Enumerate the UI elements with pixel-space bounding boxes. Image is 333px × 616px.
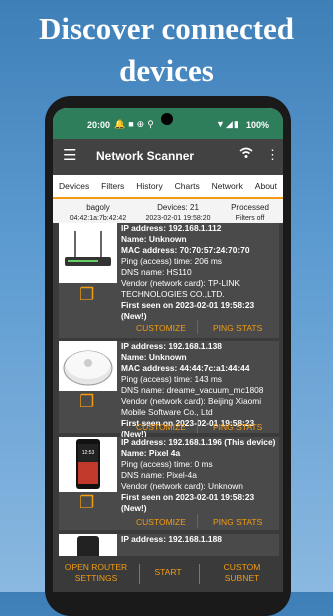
device-details: IP address: 192.168.1.188	[121, 534, 281, 545]
tab-bar: Devices Filters History Charts Network A…	[53, 175, 283, 199]
device-details: IP address: 192.168.1.112 Name: Unknown …	[121, 223, 281, 322]
device-ping: Ping (access) time: 206 ms	[121, 256, 222, 266]
device-ip: IP address: 192.168.1.196 (This device)	[121, 437, 276, 447]
headline: Discover connected devices	[0, 8, 333, 92]
device-count: Devices: 21	[157, 203, 199, 212]
battery-level: 100%	[246, 120, 270, 130]
device-dns: DNS name: dreame_vacuum_mc1808	[121, 385, 264, 395]
ping-stats-button[interactable]: PING STATS	[213, 422, 262, 432]
notification-icons: 🔔■⊕⚲	[114, 119, 157, 130]
device-details: IP address: 192.168.1.196 (This device) …	[121, 437, 281, 514]
action-divider	[197, 419, 198, 433]
status-time: 20:00	[87, 120, 111, 130]
app-title: Network Scanner	[96, 149, 195, 163]
phone-image: 12:53	[59, 437, 117, 492]
camera-cutout	[161, 113, 173, 125]
processed-label: Processed	[231, 203, 269, 212]
device-count-info: Devices: 21 2023-02-01 19:58:20	[133, 202, 223, 224]
device-card[interactable]: ❐ IP address: 192.168.1.112 Name: Unknow…	[59, 223, 279, 338]
customize-button[interactable]: CUSTOMIZE	[136, 323, 186, 333]
device-actions: CUSTOMIZE PING STATS	[121, 514, 281, 530]
phone-screen: 20:00 🔔■⊕⚲ ▼◢▮ 100% ☰ Network Scanner ⋮ …	[53, 108, 283, 592]
device-list[interactable]: ❐ IP address: 192.168.1.112 Name: Unknow…	[53, 223, 283, 556]
vacuum-image	[59, 341, 117, 391]
tab-history[interactable]: History	[135, 181, 163, 191]
router-settings-line-2: SETTINGS	[74, 573, 118, 583]
device-ip: IP address: 192.168.1.112	[121, 223, 222, 233]
action-divider	[197, 320, 198, 334]
customize-button[interactable]: CUSTOMIZE	[136, 517, 186, 527]
custom-subnet-button[interactable]: CUSTOM SUBNET	[203, 562, 281, 584]
overflow-menu-icon[interactable]: ⋮	[266, 147, 279, 163]
device-name: Name: Unknown	[121, 234, 187, 244]
customize-button[interactable]: CUSTOMIZE	[136, 422, 186, 432]
device-first-seen: First seen on 2023-02-01 19:58:23 (New!)	[121, 300, 255, 321]
connectivity-icons: ▼◢▮	[216, 119, 240, 130]
bottom-action-bar: OPEN ROUTER SETTINGS START CUSTOM SUBNET	[53, 556, 283, 592]
wifi-status-icon: ▼	[216, 119, 226, 129]
open-router-settings-button[interactable]: OPEN ROUTER SETTINGS	[57, 562, 135, 584]
hamburger-menu-icon[interactable]: ☰	[63, 146, 76, 164]
device-first-seen: First seen on 2023-02-01 19:58:23 (New!)	[121, 492, 255, 513]
device-dns: DNS name: HS110	[121, 267, 192, 277]
location-icon: ⚲	[147, 119, 157, 129]
copy-icon[interactable]: ❐	[79, 493, 94, 513]
phone-screen-time: 12:53	[82, 450, 95, 456]
ping-stats-button[interactable]: PING STATS	[213, 323, 262, 333]
device-image-router	[59, 223, 117, 283]
device-vendor: Vendor (network card): Unknown	[121, 481, 243, 491]
generic-device-image	[59, 534, 117, 556]
device-image-generic	[59, 534, 117, 556]
tab-charts[interactable]: Charts	[174, 181, 201, 191]
device-ping: Ping (access) time: 0 ms	[121, 459, 213, 469]
tab-filters[interactable]: Filters	[100, 181, 125, 191]
custom-subnet-line-2: SUBNET	[224, 573, 260, 583]
host-name: bagoly	[86, 203, 110, 212]
tab-devices[interactable]: Devices	[58, 181, 90, 191]
device-name: Name: Unknown	[121, 352, 187, 362]
device-image-phone: 12:53	[59, 437, 117, 492]
router-settings-line-1: OPEN ROUTER	[64, 562, 128, 572]
device-name: Name: Pixel 4a	[121, 448, 181, 458]
square-icon: ■	[128, 119, 137, 129]
device-ip: IP address: 192.168.1.188	[121, 534, 222, 544]
copy-icon[interactable]: ❐	[79, 285, 94, 305]
bell-icon: 🔔	[114, 119, 129, 129]
device-card[interactable]: IP address: 192.168.1.188	[59, 534, 279, 556]
device-actions: CUSTOMIZE PING STATS	[121, 419, 281, 435]
host-info: bagoly 04:42:1a:7b:42:42	[53, 202, 143, 224]
headline-line-1: Discover connected	[38, 11, 295, 46]
tab-network[interactable]: Network	[211, 181, 244, 191]
device-actions: CUSTOMIZE PING STATS	[121, 320, 281, 336]
ping-stats-button[interactable]: PING STATS	[213, 517, 262, 527]
app-bar: ☰ Network Scanner ⋮	[53, 139, 283, 175]
device-mac: MAC address: 70:70:57:24:70:70	[121, 245, 250, 255]
bottom-divider	[139, 564, 140, 584]
device-ping: Ping (access) time: 143 ms	[121, 374, 222, 384]
action-divider	[197, 514, 198, 528]
start-button[interactable]: START	[143, 567, 193, 578]
device-vendor: Vendor (network card): TP-LINK TECHNOLOG…	[121, 278, 241, 299]
battery-icon: ▮	[233, 119, 240, 129]
router-image	[59, 223, 117, 283]
device-image-vacuum	[59, 341, 117, 391]
headline-line-2: devices	[119, 53, 214, 88]
device-vendor: Vendor (network card): Beijing Xiaomi Mo…	[121, 396, 262, 417]
tab-about[interactable]: About	[254, 181, 278, 191]
signal-icon: ◢	[225, 119, 234, 129]
copy-icon[interactable]: ❐	[79, 392, 94, 412]
status-bar: 20:00 🔔■⊕⚲ ▼◢▮ 100%	[53, 108, 283, 139]
device-card[interactable]: 12:53 ❐ IP address: 192.168.1.196 (This …	[59, 437, 279, 530]
device-ip: IP address: 192.168.1.138	[121, 341, 222, 351]
device-dns: DNS name: Pixel-4a	[121, 470, 197, 480]
wifi-icon[interactable]	[239, 147, 253, 159]
vpn-icon: ⊕	[136, 119, 148, 129]
device-mac: MAC address: 44:44:7c:a1:44:44	[121, 363, 250, 373]
processing-info: Processed Filters off	[213, 202, 283, 224]
scan-summary: bagoly 04:42:1a:7b:42:42 Devices: 21 202…	[53, 199, 283, 223]
wifi-glyph	[239, 147, 253, 158]
bottom-divider	[199, 564, 200, 584]
device-card[interactable]: ❐ IP address: 192.168.1.138 Name: Unknow…	[59, 341, 281, 439]
custom-subnet-line-1: CUSTOM	[223, 562, 261, 572]
